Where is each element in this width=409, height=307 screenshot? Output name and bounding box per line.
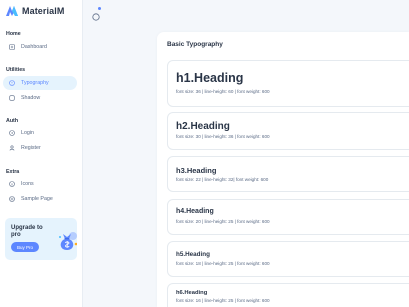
promo-title: Upgrade to pro — [11, 225, 43, 238]
sidebar-item-login[interactable]: Login — [3, 126, 77, 140]
notification-dot — [98, 7, 101, 10]
heading-meta-h4: font size: 20 | line-height: 25 | font w… — [176, 219, 270, 224]
heading-sample-h4: h4.Heading — [176, 208, 214, 215]
heading-meta-h1: font size: 36 | line-height: 60 | font w… — [176, 89, 270, 94]
sidebar-item-typography[interactable]: Typography — [3, 76, 77, 90]
section-extra: Extra — [6, 169, 20, 175]
section-auth: Auth — [6, 118, 19, 124]
heading-card-h5: h5.Heading font size: 18 | line-height: … — [167, 241, 409, 277]
sidebar-item-label: Login — [21, 130, 34, 136]
sample-page-icon — [9, 196, 15, 202]
bell-icon — [92, 13, 100, 21]
sidebar-item-label: Register — [21, 145, 41, 151]
heading-sample-h3: h3.Heading — [176, 166, 217, 175]
sidebar-item-icons[interactable]: Icons — [3, 177, 77, 191]
materialm-logo-icon — [6, 6, 18, 16]
heading-card-h6: h6.Heading font size: 16 | line-height: … — [167, 283, 409, 307]
typography-icon — [9, 80, 15, 86]
basic-typography-panel: Basic Typography h1.Heading font size: 3… — [157, 32, 409, 307]
heading-meta-h2: font size: 30 | line-height: 36 | font w… — [176, 134, 270, 139]
sidebar-item-label: Typography — [21, 80, 49, 86]
section-utilities: Utilities — [6, 67, 26, 73]
sidebar-item-sample-page[interactable]: Sample Page — [3, 192, 77, 206]
heading-sample-h2: h2.Heading — [176, 121, 230, 132]
brand-name: MaterialM — [22, 6, 65, 16]
heading-sample-h6: h6.Heading — [176, 290, 208, 296]
sidebar-item-label: Dashboard — [21, 44, 47, 50]
register-icon — [9, 145, 15, 151]
heading-meta-h6: font size: 16 | line-height: 25 | font w… — [176, 298, 270, 303]
login-icon — [9, 130, 15, 136]
heading-sample-h5: h5.Heading — [176, 251, 210, 258]
money-bag-icon — [59, 232, 77, 250]
sidebar-item-shadow[interactable]: Shadow — [3, 91, 77, 105]
sidebar-item-label: Icons — [21, 181, 34, 187]
upgrade-promo-card: Upgrade to pro Buy Pro — [5, 218, 77, 260]
heading-card-h3: h3.Heading font size: 22 | line-height: … — [167, 156, 409, 192]
sidebar-item-label: Shadow — [21, 95, 41, 101]
shadow-icon — [9, 95, 15, 101]
heading-card-h4: h4.Heading font size: 20 | line-height: … — [167, 199, 409, 235]
sidebar: MaterialM Home Dashboard Utilities Typog… — [0, 0, 83, 307]
icons-icon — [9, 181, 15, 187]
sidebar-item-register[interactable]: Register — [3, 141, 77, 155]
buy-pro-button[interactable]: Buy Pro — [11, 242, 40, 252]
sidebar-item-label: Sample Page — [21, 196, 53, 202]
section-home: Home — [6, 31, 21, 37]
heading-meta-h3: font size: 22 | line-height: 32| font we… — [176, 177, 269, 182]
brand[interactable]: MaterialM — [6, 6, 64, 16]
dashboard-icon — [9, 44, 15, 50]
heading-card-h2: h2.Heading font size: 30 | line-height: … — [167, 112, 409, 150]
notification-button[interactable] — [92, 7, 101, 21]
heading-card-h1: h1.Heading font size: 36 | line-height: … — [167, 60, 409, 107]
page-title: Basic Typography — [167, 41, 223, 48]
heading-sample-h1: h1.Heading — [176, 71, 244, 85]
heading-meta-h5: font size: 18 | line-height: 25 | font w… — [176, 261, 270, 266]
sidebar-item-dashboard[interactable]: Dashboard — [3, 40, 77, 54]
